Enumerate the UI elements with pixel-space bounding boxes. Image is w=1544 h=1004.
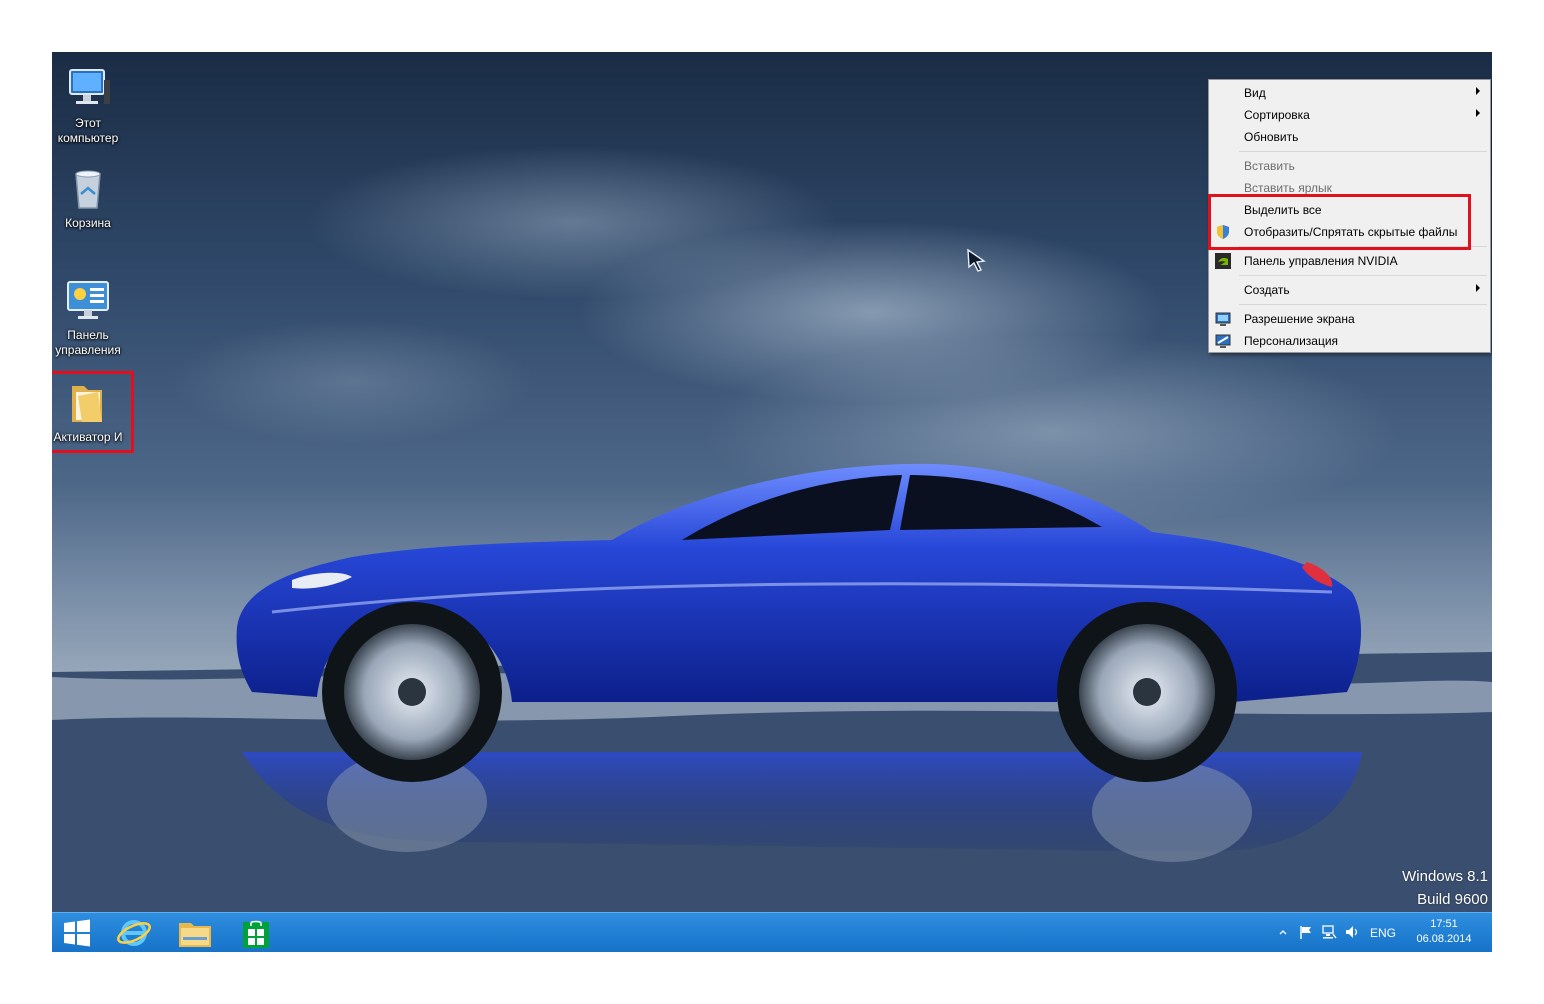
- watermark-line-2: Build 9600: [1417, 891, 1488, 908]
- ie-icon: [117, 920, 151, 946]
- clock-time: 17:51: [1430, 918, 1458, 930]
- volume-icon[interactable]: [1344, 924, 1360, 940]
- menu-separator: [1239, 275, 1487, 276]
- computer-icon: [64, 64, 112, 112]
- control-panel-icon: [64, 276, 112, 324]
- desktop-icon-control-panel[interactable]: Панель управления: [52, 276, 128, 358]
- submenu-arrow-icon: [1476, 109, 1480, 117]
- highlight-box-menu-items: [1208, 194, 1471, 250]
- menu-item-nvidia-control-panel[interactable]: Панель управления NVIDIA: [1209, 250, 1490, 272]
- taskbar-internet-explorer[interactable]: [104, 913, 164, 952]
- store-icon: [243, 920, 269, 948]
- submenu-arrow-icon: [1476, 284, 1480, 292]
- taskbar: ENG 17:51 06.08.2014: [52, 912, 1492, 952]
- language-indicator[interactable]: ENG: [1370, 926, 1396, 940]
- display-icon: [1215, 311, 1231, 327]
- show-hidden-icons-chevron-icon[interactable]: [1278, 927, 1288, 937]
- desktop-icon-recycle-bin[interactable]: Корзина: [52, 164, 128, 231]
- desktop-icon-label: Этот компьютер: [57, 116, 119, 145]
- start-button[interactable]: [52, 913, 112, 952]
- menu-item-sort[interactable]: Сортировка: [1209, 104, 1490, 126]
- menu-item-refresh[interactable]: Обновить: [1209, 126, 1490, 148]
- recycle-bin-icon: [64, 164, 112, 212]
- watermark-line-1: Windows 8.1: [1402, 868, 1488, 885]
- submenu-arrow-icon: [1476, 87, 1480, 95]
- menu-item-view[interactable]: Вид: [1209, 82, 1490, 104]
- mouse-cursor-icon: [967, 248, 986, 272]
- menu-item-paste[interactable]: Вставить: [1209, 155, 1490, 177]
- desktop-icon-label: Панель управления: [55, 328, 121, 357]
- clock[interactable]: 17:51 06.08.2014: [1414, 917, 1474, 947]
- menu-separator: [1239, 304, 1487, 305]
- system-tray: ENG 17:51 06.08.2014: [1274, 913, 1492, 952]
- windows-version-watermark: Windows 8.1 Build 9600: [1402, 868, 1488, 908]
- highlight-box-folder: [52, 371, 134, 453]
- desktop-icon-label: Корзина: [65, 216, 111, 230]
- clock-date: 06.08.2014: [1416, 933, 1472, 945]
- desktop[interactable]: Этот компьютер Корзина Панель управления: [52, 52, 1492, 952]
- menu-item-screen-resolution[interactable]: Разрешение экрана: [1209, 308, 1490, 330]
- explorer-icon: [179, 923, 211, 947]
- action-center-flag-icon[interactable]: [1298, 924, 1314, 940]
- desktop-icon-this-pc[interactable]: Этот компьютер: [52, 64, 128, 146]
- network-icon[interactable]: [1321, 924, 1337, 940]
- start-icon: [64, 919, 90, 947]
- taskbar-file-explorer[interactable]: [165, 913, 225, 952]
- menu-separator: [1239, 151, 1487, 152]
- menu-item-personalization[interactable]: Персонализация: [1209, 330, 1490, 352]
- personalize-icon: [1215, 333, 1231, 349]
- nvidia-icon: [1215, 253, 1231, 269]
- taskbar-store[interactable]: [226, 913, 286, 952]
- menu-item-new[interactable]: Создать: [1209, 279, 1490, 301]
